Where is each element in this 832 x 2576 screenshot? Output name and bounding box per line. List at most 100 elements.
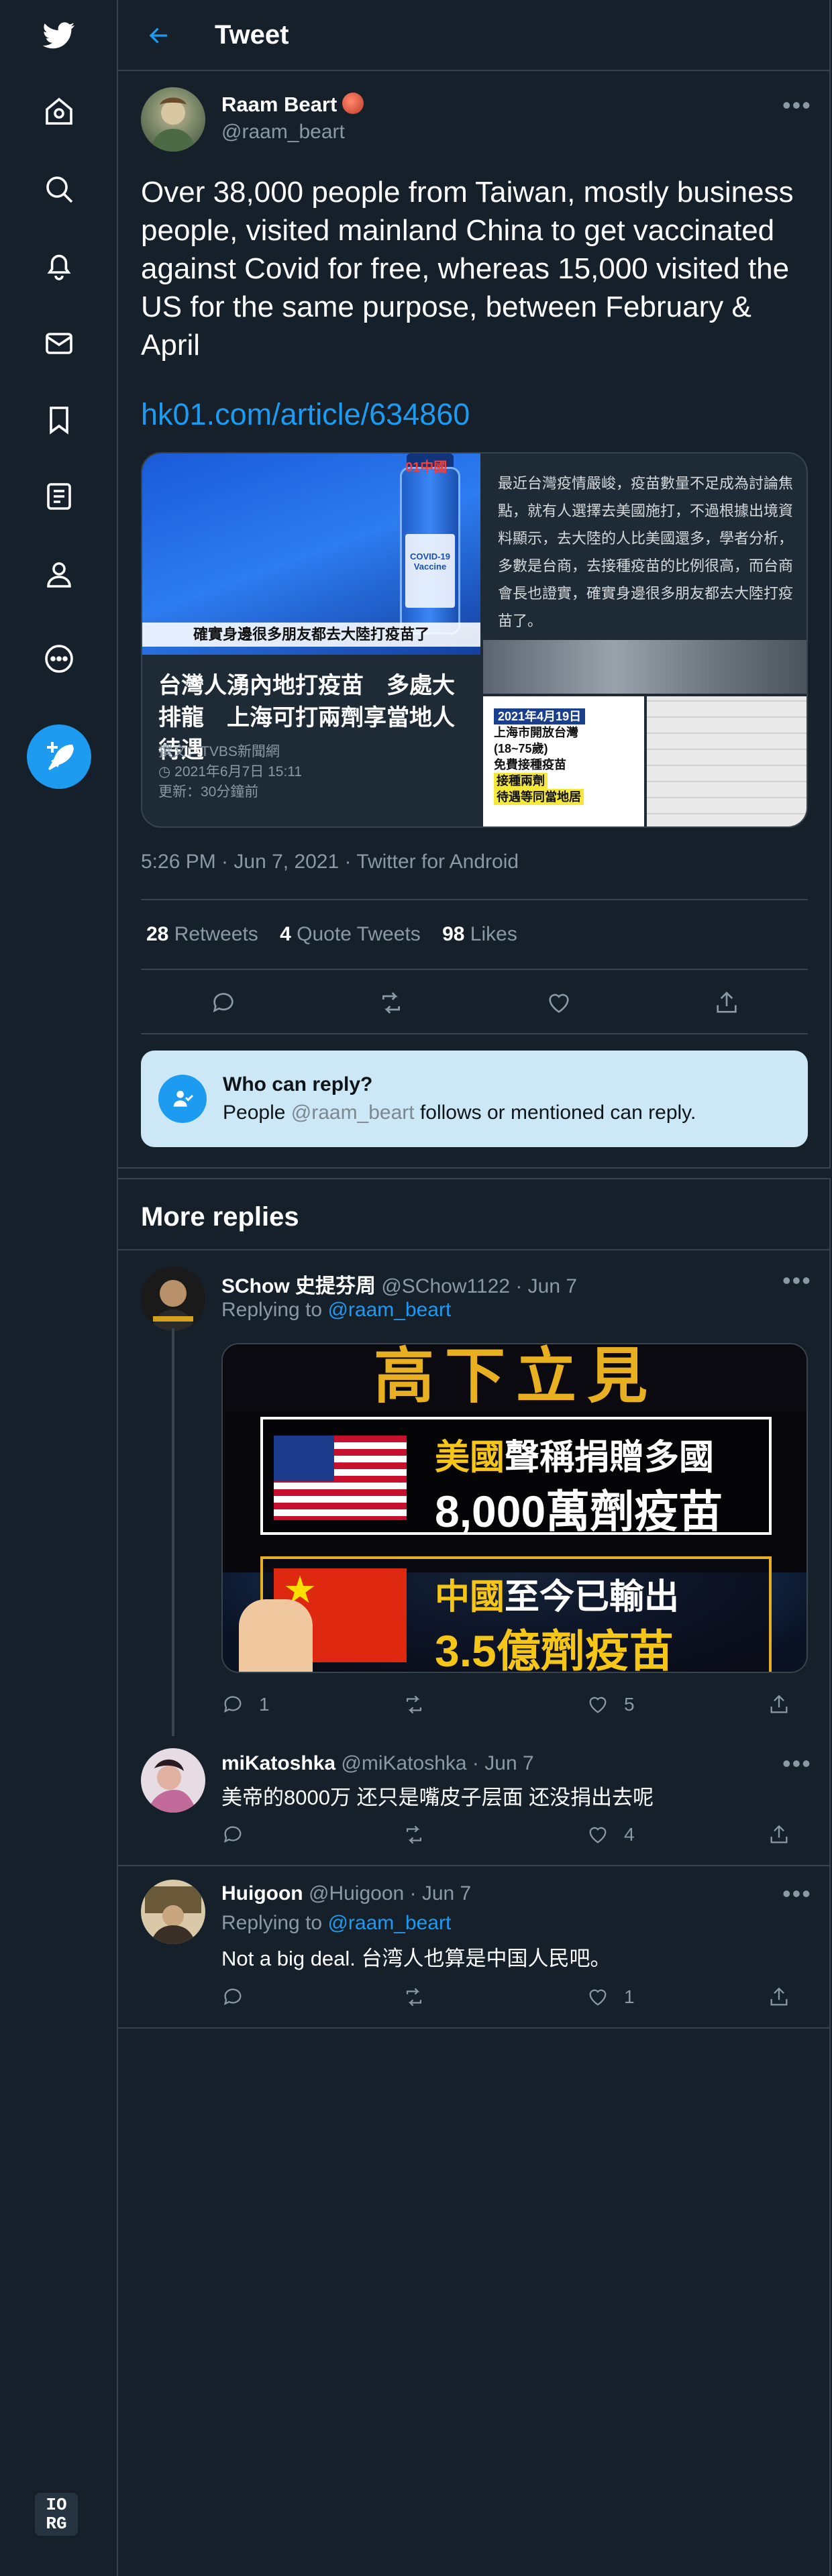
media-us-line2: 8,000萬劑疫苗 <box>435 1487 723 1536</box>
reply-button[interactable] <box>208 987 239 1018</box>
reply-avatar[interactable] <box>141 1267 205 1331</box>
page-title: Tweet <box>215 20 289 50</box>
tweet-actions <box>141 979 808 1026</box>
reply-like-button[interactable]: 1 <box>586 1980 635 2014</box>
reply-retweet-button[interactable] <box>403 1818 440 1851</box>
reply-likes-count: 1 <box>624 1986 635 2007</box>
author-handle[interactable]: @raam_beart <box>221 121 345 144</box>
back-button[interactable] <box>142 19 176 52</box>
bookmarks-icon[interactable] <box>35 396 83 444</box>
reply-author-name[interactable]: miKatoshka <box>221 1752 335 1774</box>
reply-reply-button[interactable] <box>221 1980 259 2014</box>
likes-stat[interactable]: 98 Likes <box>442 923 517 945</box>
who-can-reply-title: Who can reply? <box>223 1073 373 1095</box>
retweets-stat[interactable]: 28 Retweets <box>146 923 258 945</box>
replying-to-handle[interactable]: @raam_beart <box>327 1912 451 1934</box>
author-badge-icon <box>342 93 364 114</box>
author-avatar[interactable] <box>141 87 205 152</box>
quote-tweets-label: Quote Tweets <box>297 923 421 945</box>
tweet-more-options-button[interactable]: ••• <box>782 91 812 119</box>
who-can-reply-text: People @raam_beart follows or mentioned … <box>223 1102 696 1124</box>
likes-count: 98 <box>442 923 465 945</box>
link-preview-card[interactable]: COVID-19 Vaccine 01中國 確實身邊很多朋友都去大陸打疫苗了 台… <box>141 452 808 828</box>
notice-line2: (18~75歲) <box>494 742 548 755</box>
like-button[interactable] <box>543 987 574 1018</box>
reply-reply-button[interactable]: 1 <box>221 1688 270 1721</box>
reply-retweet-button[interactable] <box>403 1980 440 2014</box>
media-cn-country: 中國 <box>435 1578 505 1617</box>
reply-like-button[interactable]: 4 <box>586 1818 635 1851</box>
media-us-claim: 聲稱捐贈多國 <box>505 1438 715 1477</box>
messages-icon[interactable] <box>35 319 83 368</box>
author-name[interactable]: Raam Beart <box>221 93 337 117</box>
replying-to: Replying to @raam_beart <box>221 1299 451 1322</box>
share-icon <box>770 1695 788 1713</box>
notifications-icon[interactable] <box>35 241 83 290</box>
tweet-link[interactable]: hk01.com/article/634860 <box>141 397 470 432</box>
reply-icon <box>223 1988 242 2006</box>
retweets-count: 28 <box>146 923 169 945</box>
card-photo-document <box>647 696 807 826</box>
card-snippet: 最近台灣疫情嚴峻，疫苗數量不足成為討論焦點，就有人選擇去美國施打，不過根據出境資… <box>498 475 794 629</box>
reply-reply-button[interactable] <box>221 1818 259 1851</box>
divider <box>118 2027 831 2029</box>
compose-icon <box>47 742 74 770</box>
card-meta: 撰文：TVBS新聞網 ◷ 2021年6月7日 15:11 更新：30分鐘前 <box>158 742 474 802</box>
reply-media-image[interactable]: 高下立見 美國聲稱捐贈多國 8,000萬劑疫苗 ★ 中國至今已輸出 3.5億劑疫… <box>221 1343 808 1673</box>
reply-avatar[interactable] <box>141 1880 205 1944</box>
reply-author-handle[interactable]: @Huigoon · Jun 7 <box>309 1882 471 1904</box>
more-icon[interactable] <box>35 635 83 683</box>
lists-icon[interactable] <box>35 472 83 521</box>
who-handle[interactable]: @raam_beart <box>291 1102 415 1124</box>
reply-author-handle[interactable]: @miKatoshka · Jun 7 <box>341 1752 533 1774</box>
iorg-logo-line2: RG <box>46 2514 67 2534</box>
share-button[interactable] <box>711 987 742 1018</box>
twitter-logo-icon[interactable] <box>35 11 83 59</box>
back-arrow-icon <box>149 28 167 44</box>
divider <box>141 969 808 970</box>
thread-line <box>172 1328 174 1736</box>
reply-text: Not a big deal. 台湾人也算是中国人民吧。 <box>221 1947 611 1970</box>
card-date: ◷ 2021年6月7日 15:11 <box>158 764 303 780</box>
reply-more-options-button[interactable]: ••• <box>782 1750 812 1778</box>
media-headline: 高下立見 <box>223 1344 807 1411</box>
reply-share-button[interactable] <box>768 1818 790 1851</box>
reply-author-name[interactable]: SChow 史提芬周 <box>221 1275 376 1297</box>
reply-header: Huigoon @Huigoon · Jun 7 <box>221 1882 471 1905</box>
reply-author-handle[interactable]: @SChow1122 · Jun 7 <box>381 1275 577 1297</box>
media-cn-claim: 至今已輸出 <box>505 1578 680 1617</box>
search-icon[interactable] <box>35 165 83 213</box>
like-icon <box>549 994 569 1013</box>
quote-tweets-stat[interactable]: 4 Quote Tweets <box>280 923 421 945</box>
reply-like-button[interactable]: 5 <box>586 1688 635 1721</box>
card-byline: 撰文：TVBS新聞網 <box>158 744 280 759</box>
replying-to-handle[interactable]: @raam_beart <box>327 1299 451 1321</box>
reply-share-button[interactable] <box>768 1980 790 2014</box>
reply-share-button[interactable] <box>768 1688 790 1721</box>
notice-line4: 接種兩劑 <box>494 773 548 789</box>
reply-more-options-button[interactable]: ••• <box>782 1267 812 1295</box>
more-replies-heading: More replies <box>141 1202 299 1232</box>
reply-avatar[interactable] <box>141 1748 205 1813</box>
media-us-panel: 美國聲稱捐贈多國 8,000萬劑疫苗 <box>260 1417 772 1536</box>
reply-more-options-button[interactable]: ••• <box>782 1880 812 1908</box>
who-can-reply-notice: Who can reply? People @raam_beart follow… <box>141 1051 808 1147</box>
tweet-timestamp[interactable]: 5:26 PM · Jun 7, 2021 · Twitter for Andr… <box>141 851 519 873</box>
share-icon <box>717 991 737 1013</box>
retweet-button[interactable] <box>376 987 407 1018</box>
reply-icon <box>213 993 233 1013</box>
like-icon <box>589 1697 607 1713</box>
share-icon <box>770 1825 788 1843</box>
profile-icon[interactable] <box>35 550 83 598</box>
divider <box>141 1033 808 1034</box>
reply-retweet-button[interactable] <box>403 1688 440 1721</box>
divider <box>141 899 808 900</box>
card-image-caption: 確實身邊很多朋友都去大陸打疫苗了 <box>142 623 480 647</box>
notice-line1: 上海市開放台灣 <box>494 726 578 739</box>
reply-author-name[interactable]: Huigoon <box>221 1882 303 1904</box>
reply-icon <box>223 1826 242 1843</box>
reply-text: 美帝的8000万 还只是嘴皮子层面 还没捐出去呢 <box>221 1786 654 1809</box>
reply-likes-count: 5 <box>624 1694 635 1715</box>
home-icon[interactable] <box>35 87 83 136</box>
compose-tweet-button[interactable] <box>27 724 91 789</box>
